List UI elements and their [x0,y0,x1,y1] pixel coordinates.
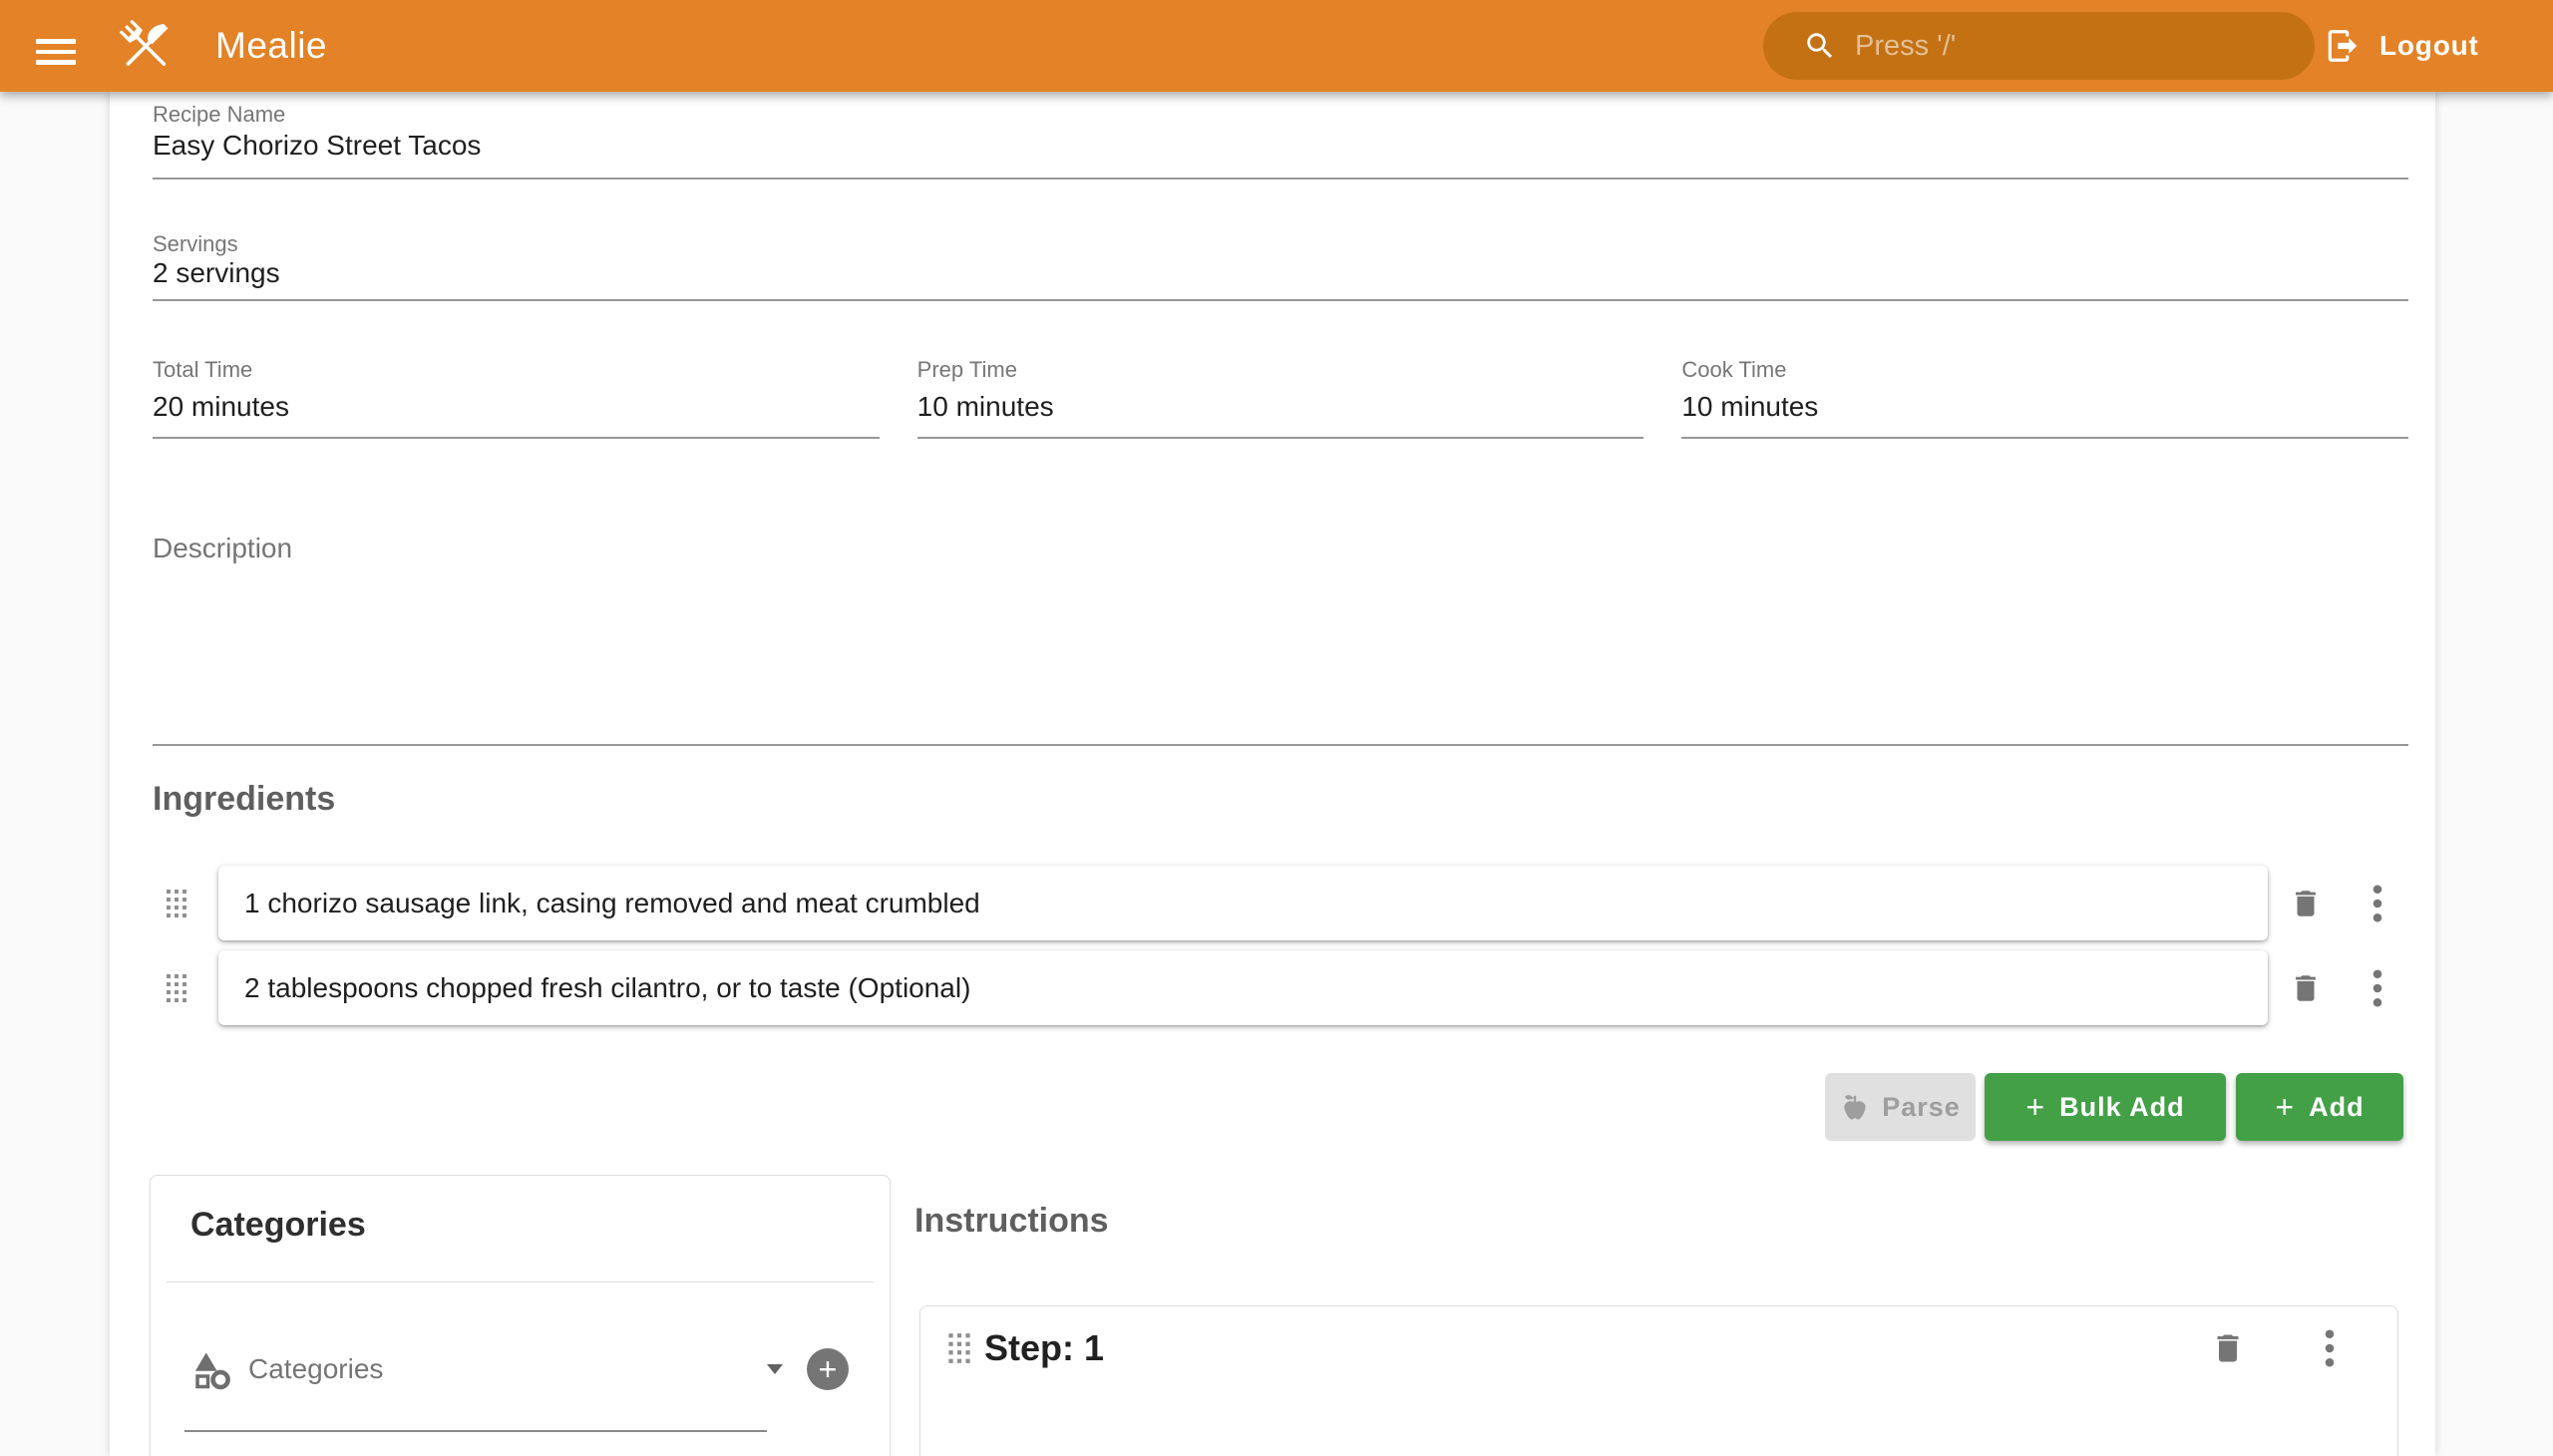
bulk-add-label: Bulk Add [2059,1092,2185,1123]
servings-input[interactable] [153,257,2408,289]
ingredient-input[interactable] [244,972,2242,1004]
instructions-heading: Instructions [914,1202,1109,1241]
step-menu-button[interactable] [2308,1326,2352,1370]
ingredient-row [153,950,2408,1025]
step-title: Step: 1 [984,1327,2206,1369]
description-label: Description [153,533,292,564]
description-underline [153,744,2408,746]
ingredient-input-card [218,866,2268,940]
prep-time-input[interactable] [917,391,1644,423]
logout-icon [2324,27,2362,65]
recipe-editor-page: Mealie Logout Recipe Name Servings [0,0,2553,1456]
servings-label: Servings [153,231,238,257]
apple-icon [1840,1092,1870,1122]
description-textarea[interactable] [153,576,2408,736]
plus-icon: + [819,1351,838,1388]
kebab-icon [2325,1329,2335,1367]
search-input[interactable] [1855,30,2293,63]
app-title: Mealie [215,0,327,92]
recipe-name-underline [153,178,2408,180]
cook-time-field: Cook Time [1681,357,2408,423]
parse-label: Parse [1882,1092,1961,1123]
prep-time-label: Prep Time [917,357,1644,383]
total-time-underline [153,437,880,439]
cook-time-underline [1681,437,2408,439]
chevron-down-icon[interactable] [767,1364,783,1374]
plus-icon: + [2025,1091,2045,1123]
delete-ingredient-button[interactable] [2284,966,2328,1010]
categories-select[interactable]: Categories + [190,1339,849,1399]
ingredient-input-card [218,950,2268,1025]
prep-time-underline [917,437,1644,439]
cook-time-label: Cook Time [1681,357,2408,383]
delete-step-button[interactable] [2206,1326,2250,1370]
drag-handle-icon[interactable] [946,1331,972,1365]
total-time-input[interactable] [153,391,880,423]
add-ingredient-button[interactable]: + Add [2236,1073,2403,1141]
kebab-icon [2372,885,2382,922]
prep-time-field: Prep Time [917,357,1644,423]
categories-card: Categories Categories + [150,1175,891,1456]
step-header: Step: 1 [920,1326,2397,1370]
mealie-logo-icon [112,12,180,80]
ingredient-row [153,866,2408,940]
add-category-button[interactable]: + [807,1348,849,1390]
kebab-icon [2372,969,2382,1007]
categories-heading: Categories [190,1206,366,1245]
total-time-label: Total Time [153,357,880,383]
total-time-field: Total Time [153,357,880,423]
search-icon [1803,29,1837,63]
delete-ingredient-button[interactable] [2284,882,2328,925]
ingredient-menu-button[interactable] [2356,966,2399,1010]
app-header: Mealie Logout [0,0,2553,92]
time-fields-row: Total Time Prep Time Cook Time [153,357,2408,423]
categories-select-label: Categories [248,1353,767,1385]
categories-select-underline [184,1430,767,1432]
recipe-form-card: Recipe Name Servings Total Time Prep Tim… [110,92,2435,1456]
recipe-name-input[interactable] [153,130,2408,162]
search-bar[interactable] [1763,12,2315,80]
shapes-icon [190,1348,232,1390]
parse-button[interactable]: Parse [1825,1073,1976,1141]
bulk-add-button[interactable]: + Bulk Add [1985,1073,2226,1141]
ingredient-input[interactable] [244,888,2242,919]
logout-label: Logout [2379,30,2479,62]
trash-icon [2289,971,2323,1005]
categories-divider [167,1281,874,1282]
add-label: Add [2309,1092,2364,1123]
recipe-name-label: Recipe Name [153,102,285,128]
instruction-step-card: Step: 1 Combine crumbled chorizo and chi… [919,1305,2398,1456]
drag-handle-icon[interactable] [165,888,188,919]
servings-underline [153,299,2408,301]
plus-icon: + [2275,1091,2295,1123]
trash-icon [2289,887,2323,920]
logout-button[interactable]: Logout [2324,0,2479,92]
drag-handle-icon[interactable] [165,972,188,1004]
ingredient-menu-button[interactable] [2356,882,2399,925]
ingredients-heading: Ingredients [153,780,335,819]
menu-icon[interactable] [36,39,76,65]
cook-time-input[interactable] [1681,391,2408,423]
trash-icon [2210,1330,2246,1366]
